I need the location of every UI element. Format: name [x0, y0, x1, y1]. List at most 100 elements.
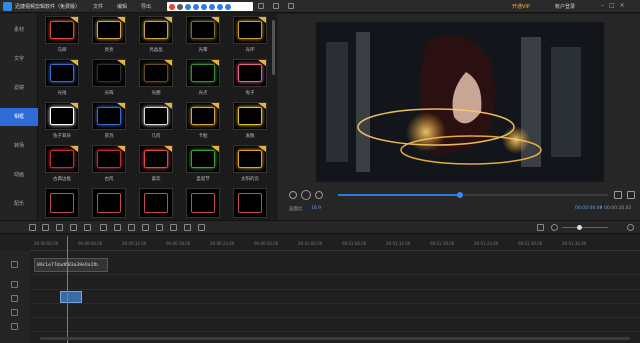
frame-label: 亮亮	[104, 48, 114, 53]
frame-thumbnail	[191, 21, 215, 39]
undo-icon[interactable]	[29, 224, 36, 231]
frame-tile[interactable]	[186, 188, 220, 218]
frame-thumbnail	[144, 21, 168, 39]
zoom-knob[interactable]	[577, 225, 582, 230]
fit-icon[interactable]	[537, 224, 544, 231]
video-track-icon[interactable]	[11, 261, 18, 268]
time-separator: /	[600, 206, 602, 211]
frame-label: 马蹄	[57, 48, 67, 53]
vip-button[interactable]: 开通VIP	[512, 3, 530, 10]
close-icon[interactable]: ×	[620, 2, 625, 9]
frame-tile[interactable]	[233, 59, 267, 87]
frame-tile[interactable]	[233, 188, 267, 218]
zoom-in-icon[interactable]	[627, 224, 634, 231]
sidebar-item-media[interactable]: 素材	[0, 21, 38, 39]
frame-thumbnail	[97, 21, 121, 39]
ruler-tick-label: 00:00:12.00	[122, 241, 147, 246]
frame-tile[interactable]	[45, 145, 79, 173]
frame-label: 光晕	[198, 48, 208, 53]
crop-icon[interactable]	[288, 3, 294, 9]
sidebar-item-transition[interactable]: 转场	[0, 137, 38, 155]
frame-tile[interactable]	[139, 16, 173, 44]
frame-label: 兔子	[245, 91, 255, 96]
undo-icon[interactable]	[258, 3, 264, 9]
freeze-icon[interactable]	[142, 224, 149, 231]
redo-icon[interactable]	[273, 3, 279, 9]
music-track-icon[interactable]	[11, 323, 18, 330]
frame-tile[interactable]	[139, 145, 173, 173]
sidebar-item-music[interactable]: 配乐	[0, 195, 38, 213]
frame-tile[interactable]	[139, 188, 173, 218]
menu-edit[interactable]: 编辑	[117, 3, 127, 10]
playback-knob[interactable]	[456, 192, 463, 198]
delete-icon[interactable]	[84, 224, 91, 231]
menu-file[interactable]: 文件	[93, 3, 103, 10]
frame-label: 发散	[245, 134, 255, 139]
redo-icon[interactable]	[42, 224, 49, 231]
play-button[interactable]	[301, 190, 311, 200]
login-button[interactable]: 帐户登录	[555, 3, 575, 10]
maximize-icon[interactable]: □	[609, 2, 615, 9]
crop-icon[interactable]	[100, 224, 107, 231]
timeline-ruler[interactable]: 00:00:00.00 00:00:06.00 00:00:12.00 00:00:1…	[30, 235, 640, 251]
volume-icon[interactable]	[614, 191, 622, 199]
menu-export[interactable]: 导出	[141, 3, 151, 10]
mosaic-icon[interactable]	[198, 224, 205, 231]
minimize-icon[interactable]: –	[601, 2, 604, 9]
frame-tile[interactable]	[186, 59, 220, 87]
video-preview	[316, 22, 604, 182]
overlay-track[interactable]	[30, 276, 640, 290]
rotate-icon[interactable]	[128, 224, 135, 231]
frame-track-icon[interactable]	[11, 295, 18, 302]
video-clip[interactable]: 89c1e77dad683a39e0a1fb	[34, 258, 108, 272]
playhead[interactable]	[67, 236, 68, 343]
text-track[interactable]	[30, 304, 640, 318]
frame-tile[interactable]	[45, 188, 79, 218]
frame-tile[interactable]	[233, 102, 267, 130]
frame-tile[interactable]	[186, 145, 220, 173]
overlay-track-icon[interactable]	[11, 281, 18, 288]
frame-tile[interactable]	[92, 16, 126, 44]
frame-tile[interactable]	[45, 16, 79, 44]
frame-track[interactable]	[30, 290, 640, 304]
frame-tile[interactable]	[92, 145, 126, 173]
speed-icon[interactable]	[114, 224, 121, 231]
frame-tile[interactable]	[233, 16, 267, 44]
sidebar-item-text[interactable]: 文字	[0, 50, 38, 68]
text-track-icon[interactable]	[11, 309, 18, 316]
frame-tile[interactable]	[92, 188, 126, 218]
mic-icon[interactable]	[170, 224, 177, 231]
frame-thumbnail	[97, 193, 121, 213]
aspect-value[interactable]: 16:9	[311, 206, 321, 211]
split-icon[interactable]	[70, 224, 77, 231]
frame-tile[interactable]	[186, 102, 220, 130]
duration-icon[interactable]	[156, 224, 163, 231]
frame-tile[interactable]	[92, 102, 126, 130]
frame-thumbnail	[50, 150, 74, 168]
timeline-scrollbar[interactable]	[40, 337, 630, 340]
frame-tile[interactable]	[92, 59, 126, 87]
sidebar-item-frame[interactable]: 相框	[0, 108, 38, 126]
video-track[interactable]	[30, 253, 640, 275]
edit-icon[interactable]	[56, 224, 63, 231]
stop-button[interactable]	[289, 191, 297, 199]
sidebar-item-filter[interactable]: 滤镜	[0, 79, 38, 97]
frame-tile[interactable]	[233, 145, 267, 173]
frame-tile[interactable]	[45, 59, 79, 87]
frame-clip[interactable]	[60, 291, 82, 303]
frame-thumbnail	[238, 107, 262, 125]
text-tool-icon[interactable]	[184, 224, 191, 231]
fullscreen-icon[interactable]	[627, 191, 635, 199]
frame-tile[interactable]	[186, 16, 220, 44]
sidebar-item-animation[interactable]: 动画	[0, 166, 38, 184]
frame-tile[interactable]	[45, 102, 79, 130]
next-frame-button[interactable]	[315, 191, 323, 199]
music-track[interactable]	[30, 318, 640, 332]
frame-tile[interactable]	[139, 102, 173, 130]
zoom-out-icon[interactable]	[551, 224, 558, 231]
library-scrollbar[interactable]	[272, 20, 275, 75]
frame-tile[interactable]	[139, 59, 173, 87]
playback-progress[interactable]	[338, 194, 608, 196]
zoom-slider[interactable]	[562, 227, 608, 228]
playback-progress-fill	[338, 194, 460, 196]
